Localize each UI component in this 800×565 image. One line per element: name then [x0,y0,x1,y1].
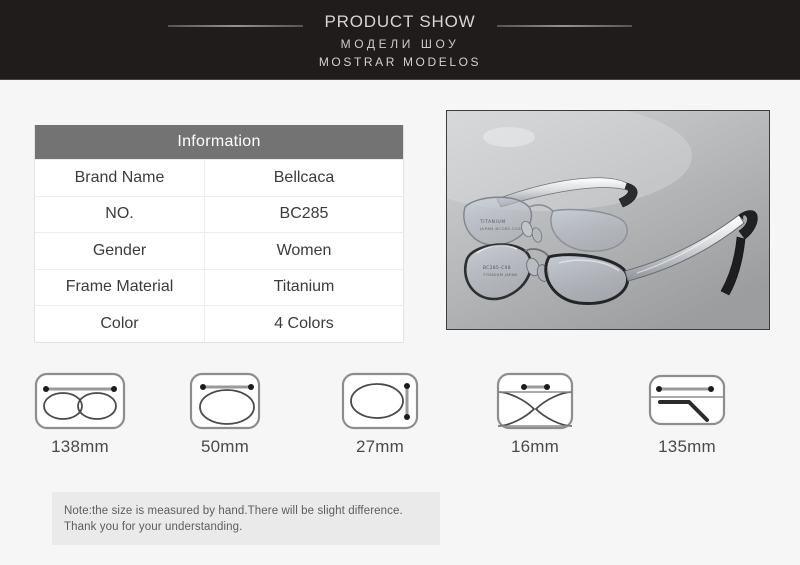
title-rule-left [167,25,303,27]
svg-text:TITANIUM JAPAN: TITANIUM JAPAN [482,273,517,277]
page-header-content: PRODUCT SHOW МОДЕЛИ ШОУ MOSTRAR MODELOS [0,0,800,79]
table-row: Gender Women [35,232,403,269]
svg-text:JAPAN BC285-C08: JAPAN BC285-C08 [479,226,521,231]
title-rule-right [497,25,633,27]
spec-label: 16mm [510,437,560,456]
spec-item-temple-length: 135mm [632,370,742,457]
spec-item-lens-width: 50mm [170,370,280,457]
table-cell-label: Frame Material [35,269,205,305]
table-row: Frame Material Titanium [35,268,403,305]
table-cell-value: BC285 [279,205,329,223]
page-title: PRODUCT SHOW [324,11,476,31]
note-line-2: Thank you for your understanding. [64,521,243,533]
table-cell-value: Bellcaca [273,168,335,186]
page-subtitle-russian: МОДЕЛИ ШОУ [340,36,460,51]
frame-width-icon [34,372,126,430]
spec-item-frame-width: 138mm [25,370,135,457]
table-cell-label: Color [35,306,205,342]
information-table-header: Information [35,125,403,159]
spec-label: 50mm [200,437,250,456]
spec-label: 135mm [658,437,716,456]
information-table: Information Brand Name Bellcaca NO. BC28… [34,125,404,343]
table-cell-value: Titanium [273,278,335,296]
size-note-box: Note:the size is measured by hand.There … [52,492,440,545]
svg-text:BC285-C08: BC285-C08 [483,265,511,270]
temple-length-icon [648,374,726,426]
table-cell-label: Gender [35,233,205,269]
table-row: NO. BC285 [35,195,403,232]
spec-label: 27mm [355,437,405,456]
page-title-row: PRODUCT SHOW [0,9,800,35]
lens-width-icon [189,372,261,430]
page-subtitle-spanish: MOSTRAR MODELOS [318,54,482,69]
svg-text:TITANIUM: TITANIUM [479,219,506,225]
table-row: Color 4 Colors [35,305,403,342]
table-cell-value: 4 Colors [274,314,334,332]
table-row: Brand Name Bellcaca [35,159,403,196]
page-header-band: PRODUCT SHOW МОДЕЛИ ШОУ MOSTRAR MODELOS [0,0,800,80]
product-photo: TITANIUM JAPAN BC285-C08 BC285-C08 TITAN… [446,110,770,330]
spec-item-bridge-width: 16mm [480,370,590,457]
lens-height-icon [341,372,419,430]
measurement-spec-row: 138mm 50mm 27mm 16mm 135mm [0,370,800,465]
bridge-width-icon [496,372,574,430]
eyeglasses-illustration: TITANIUM JAPAN BC285-C08 BC285-C08 TITAN… [447,111,769,329]
note-line-1: Note:the size is measured by hand.There … [64,505,403,517]
spec-label: 138mm [51,437,109,456]
table-cell-value: Women [276,241,332,259]
table-cell-label: NO. [35,196,205,232]
spec-item-lens-height: 27mm [325,370,435,457]
table-cell-label: Brand Name [35,160,205,196]
